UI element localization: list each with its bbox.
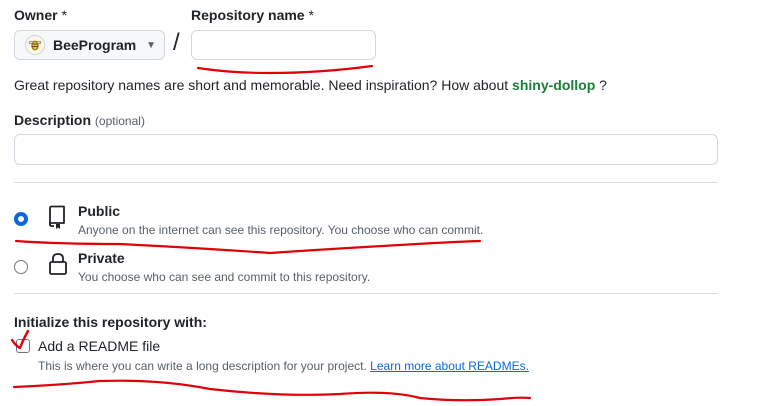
repo-name-hint: Great repository names are short and mem…	[14, 77, 607, 93]
owner-select-button[interactable]: BeeProgram ▼	[14, 30, 165, 60]
section-divider	[14, 182, 718, 183]
description-input[interactable]	[14, 134, 718, 165]
readme-checkbox[interactable]	[16, 339, 30, 353]
repo-icon	[46, 205, 68, 234]
caret-down-icon: ▼	[146, 39, 156, 51]
optional-tag: (optional)	[94, 114, 145, 128]
init-heading: Initialize this repository with:	[14, 314, 207, 330]
repo-name-input[interactable]	[191, 30, 376, 60]
public-description: Anyone on the internet can see this repo…	[78, 223, 484, 237]
owner-name: BeeProgram	[53, 37, 137, 53]
private-title: Private	[78, 250, 125, 266]
private-radio[interactable]	[14, 260, 28, 274]
owner-repo-separator: /	[173, 29, 180, 56]
public-radio[interactable]	[14, 212, 28, 226]
learn-readme-link[interactable]: Learn more about READMEs.	[370, 359, 529, 373]
lock-icon	[48, 252, 68, 281]
name-suggestion-link[interactable]: shiny-dollop	[512, 77, 595, 93]
bee-avatar-icon	[25, 35, 45, 55]
private-description: You choose who can see and commit to thi…	[78, 270, 371, 284]
description-label: Description (optional)	[14, 112, 145, 128]
readme-description: This is where you can write a long descr…	[38, 359, 529, 373]
repo-name-label: Repository name *	[191, 7, 314, 23]
public-title: Public	[78, 203, 121, 219]
section-divider	[14, 293, 718, 294]
readme-label: Add a README file	[38, 338, 161, 354]
owner-label: Owner *	[14, 7, 67, 23]
